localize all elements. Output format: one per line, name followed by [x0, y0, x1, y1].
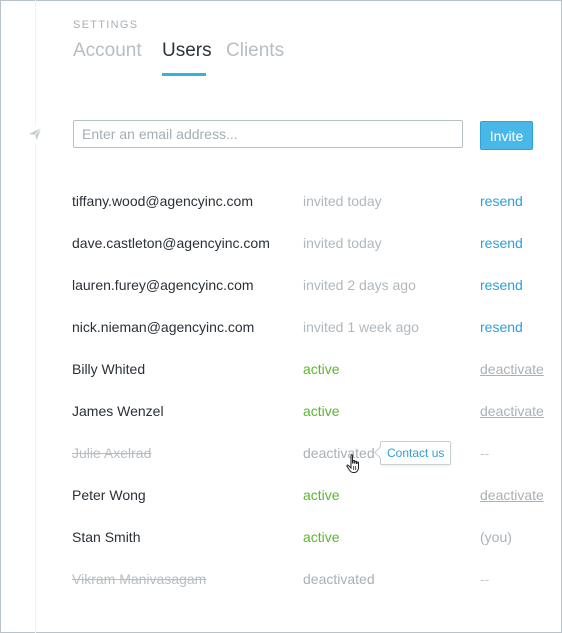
tab-account[interactable]: Account: [73, 40, 142, 62]
user-status: active: [303, 361, 340, 377]
user-email: lauren.furey@agencyinc.com: [72, 277, 254, 293]
user-row: tiffany.wood@agencyinc.com invited today…: [0, 180, 562, 222]
deactivate-link[interactable]: deactivate: [480, 403, 544, 419]
invite-button[interactable]: Invite: [480, 121, 533, 150]
user-row: Billy Whited active deactivate: [0, 348, 562, 390]
user-name: Julie Axelrad: [72, 445, 152, 461]
user-row: James Wenzel active deactivate: [0, 390, 562, 432]
user-status: invited today: [303, 235, 382, 251]
resend-link[interactable]: resend: [480, 277, 523, 293]
user-name: James Wenzel: [72, 403, 164, 419]
user-name: Billy Whited: [72, 361, 146, 377]
email-input[interactable]: [73, 120, 463, 148]
active-tab-indicator: [162, 73, 206, 76]
user-status: invited 1 week ago: [303, 319, 419, 335]
resend-link[interactable]: resend: [480, 193, 523, 209]
user-email: tiffany.wood@agencyinc.com: [72, 193, 254, 209]
user-row: dave.castleton@agencyinc.com invited tod…: [0, 222, 562, 264]
contact-us-tooltip[interactable]: Contact us: [374, 441, 452, 465]
user-name: Vikram Manivasagam: [72, 571, 207, 587]
tab-clients[interactable]: Clients: [226, 40, 284, 62]
user-status[interactable]: deactivated: [303, 445, 375, 461]
user-name: Peter Wong: [72, 487, 146, 503]
user-status: active: [303, 529, 340, 545]
deactivate-link[interactable]: deactivate: [480, 487, 544, 503]
no-action: --: [480, 571, 490, 587]
settings-heading: SETTINGS: [73, 19, 139, 31]
user-row: Vikram Manivasagam deactivated --: [0, 558, 562, 600]
deactivate-link[interactable]: deactivate: [480, 361, 544, 377]
no-action: --: [480, 445, 490, 461]
resend-link[interactable]: resend: [480, 319, 523, 335]
paper-plane-icon: [26, 125, 44, 143]
user-row: Peter Wong active deactivate: [0, 474, 562, 516]
user-email: nick.nieman@agencyinc.com: [72, 319, 255, 335]
resend-link[interactable]: resend: [480, 235, 523, 251]
user-email: dave.castleton@agencyinc.com: [72, 235, 270, 251]
user-status: active: [303, 487, 340, 503]
user-status: invited 2 days ago: [303, 277, 416, 293]
user-row: Stan Smith active (you): [0, 516, 562, 558]
contact-us-link[interactable]: Contact us: [387, 446, 444, 460]
user-name: Stan Smith: [72, 529, 141, 545]
hand-pointer-icon: [346, 454, 362, 479]
current-user-label: (you): [480, 529, 512, 545]
user-status: active: [303, 403, 340, 419]
user-row: Julie Axelrad deactivated --: [0, 432, 562, 474]
tab-users[interactable]: Users: [162, 40, 212, 62]
user-status: invited today: [303, 193, 382, 209]
user-status: deactivated: [303, 571, 375, 587]
user-row: nick.nieman@agencyinc.com invited 1 week…: [0, 306, 562, 348]
user-row: lauren.furey@agencyinc.com invited 2 day…: [0, 264, 562, 306]
